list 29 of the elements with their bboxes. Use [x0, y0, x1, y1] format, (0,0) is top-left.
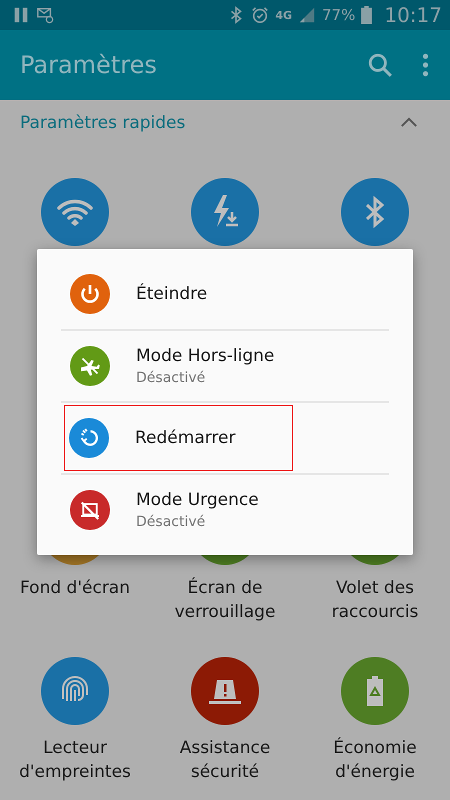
pause-icon	[12, 6, 30, 24]
setting-label: Volet des raccourcis	[330, 577, 420, 624]
option-status: Désactivé	[136, 514, 206, 530]
option-label: Éteindre	[136, 284, 208, 304]
menu-item[interactable]: Redémarrer	[64, 405, 293, 471]
clock: 10:17	[384, 3, 442, 27]
section-title: Paramètres rapides	[20, 112, 186, 132]
alarm-clock-icon	[251, 6, 270, 24]
battery-icon	[361, 6, 372, 24]
search-icon[interactable]	[367, 52, 393, 78]
network-type: 4G	[275, 8, 292, 22]
option-label: Mode Hors-ligne	[136, 346, 274, 366]
option-status: Désactivé	[136, 370, 206, 386]
setting-label: Fond d'écran	[19, 577, 131, 600]
menu-item[interactable]: Mode Urgence Désactivé	[37, 477, 413, 543]
option-label: Mode Urgence	[136, 490, 259, 510]
menu-item[interactable]: Mode Hors-ligne Désactivé	[37, 333, 413, 399]
setting-label: Écran de verrouillage	[174, 576, 276, 624]
menu-item[interactable]: Éteindre	[37, 261, 413, 327]
battery-percent: 77%	[322, 6, 356, 24]
setting-label: Lecteur d'empreintes	[18, 737, 132, 784]
app-title: Paramètres	[20, 51, 158, 79]
option-label: Redémarrer	[135, 428, 236, 448]
email-icon	[36, 6, 54, 24]
collapse-icon[interactable]	[400, 117, 418, 128]
setting-label: Économie d'énergie	[332, 736, 418, 784]
signal-icon	[298, 6, 316, 24]
setting-label: Assistance sécurité	[178, 737, 272, 784]
more-options-icon[interactable]	[421, 52, 430, 78]
